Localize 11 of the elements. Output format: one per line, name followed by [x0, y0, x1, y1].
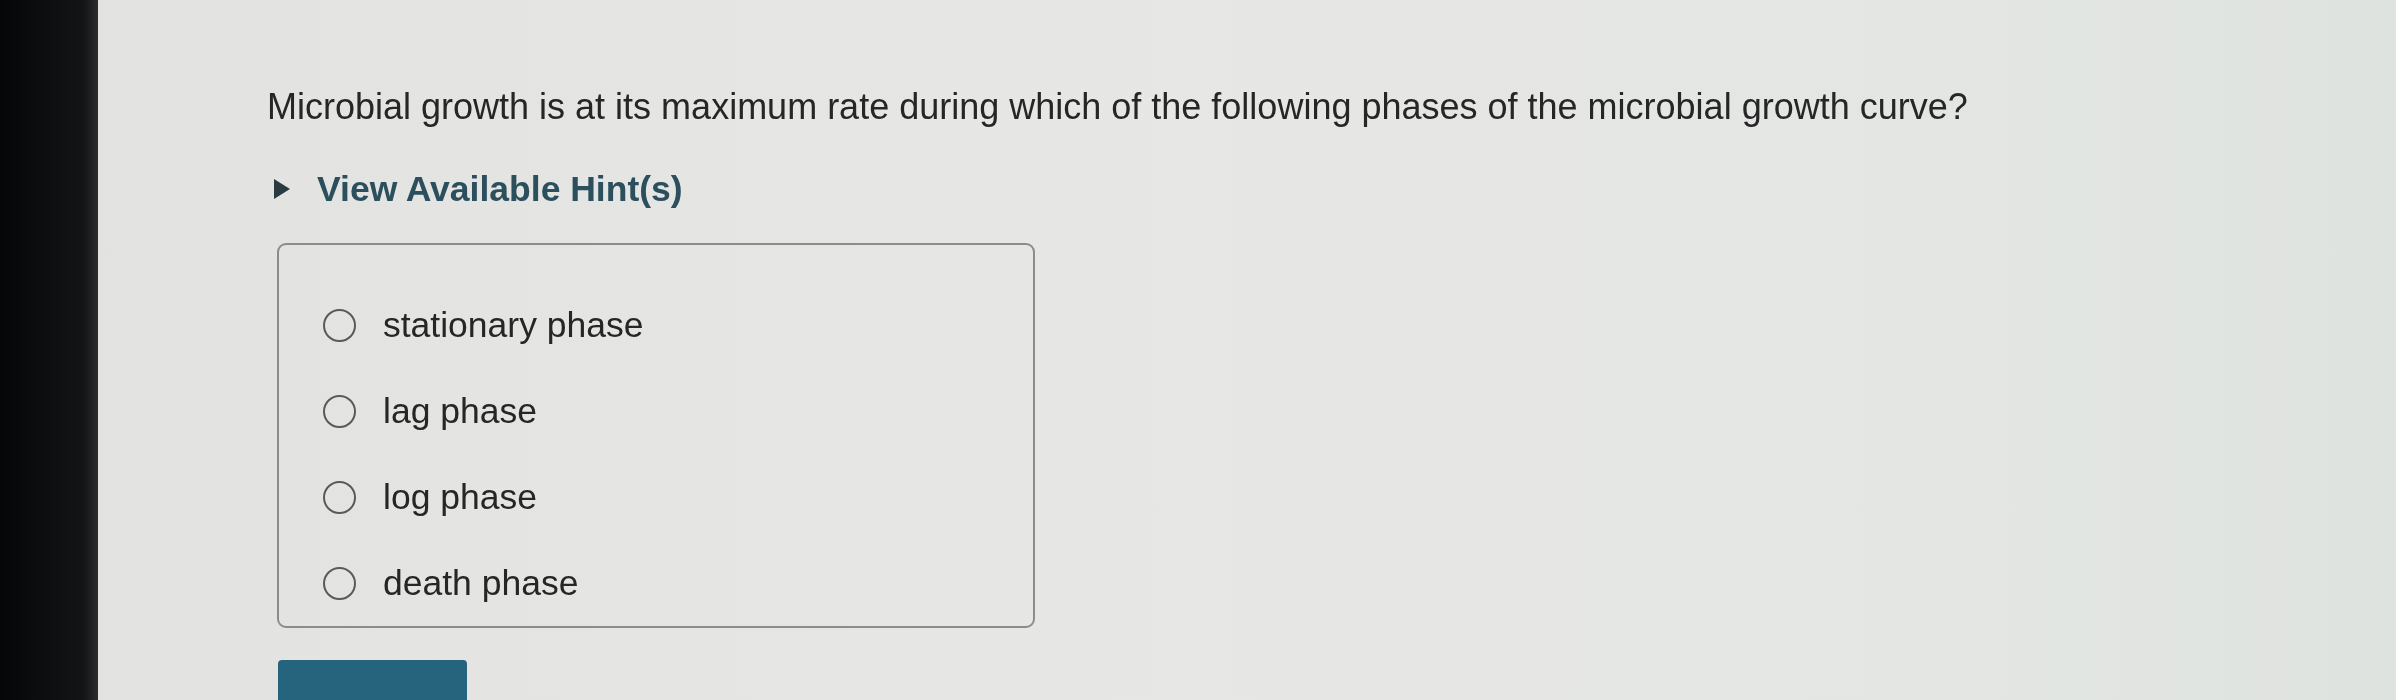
- radio-button[interactable]: [323, 308, 356, 342]
- radio-button[interactable]: [323, 394, 356, 428]
- option-label[interactable]: stationary phase: [383, 304, 644, 346]
- caret-right-icon[interactable]: [273, 179, 291, 199]
- hint-toggle[interactable]: View Available Hint(s): [317, 168, 683, 210]
- radio-button[interactable]: [323, 566, 356, 600]
- option-label[interactable]: log phase: [383, 476, 537, 518]
- radio-button[interactable]: [323, 480, 356, 514]
- option-label[interactable]: lag phase: [383, 390, 537, 432]
- question-text: Microbial growth is at its maximum rate during which of the following phases of the microbial growth curve?: [267, 85, 1968, 129]
- option-label[interactable]: death phase: [383, 562, 579, 604]
